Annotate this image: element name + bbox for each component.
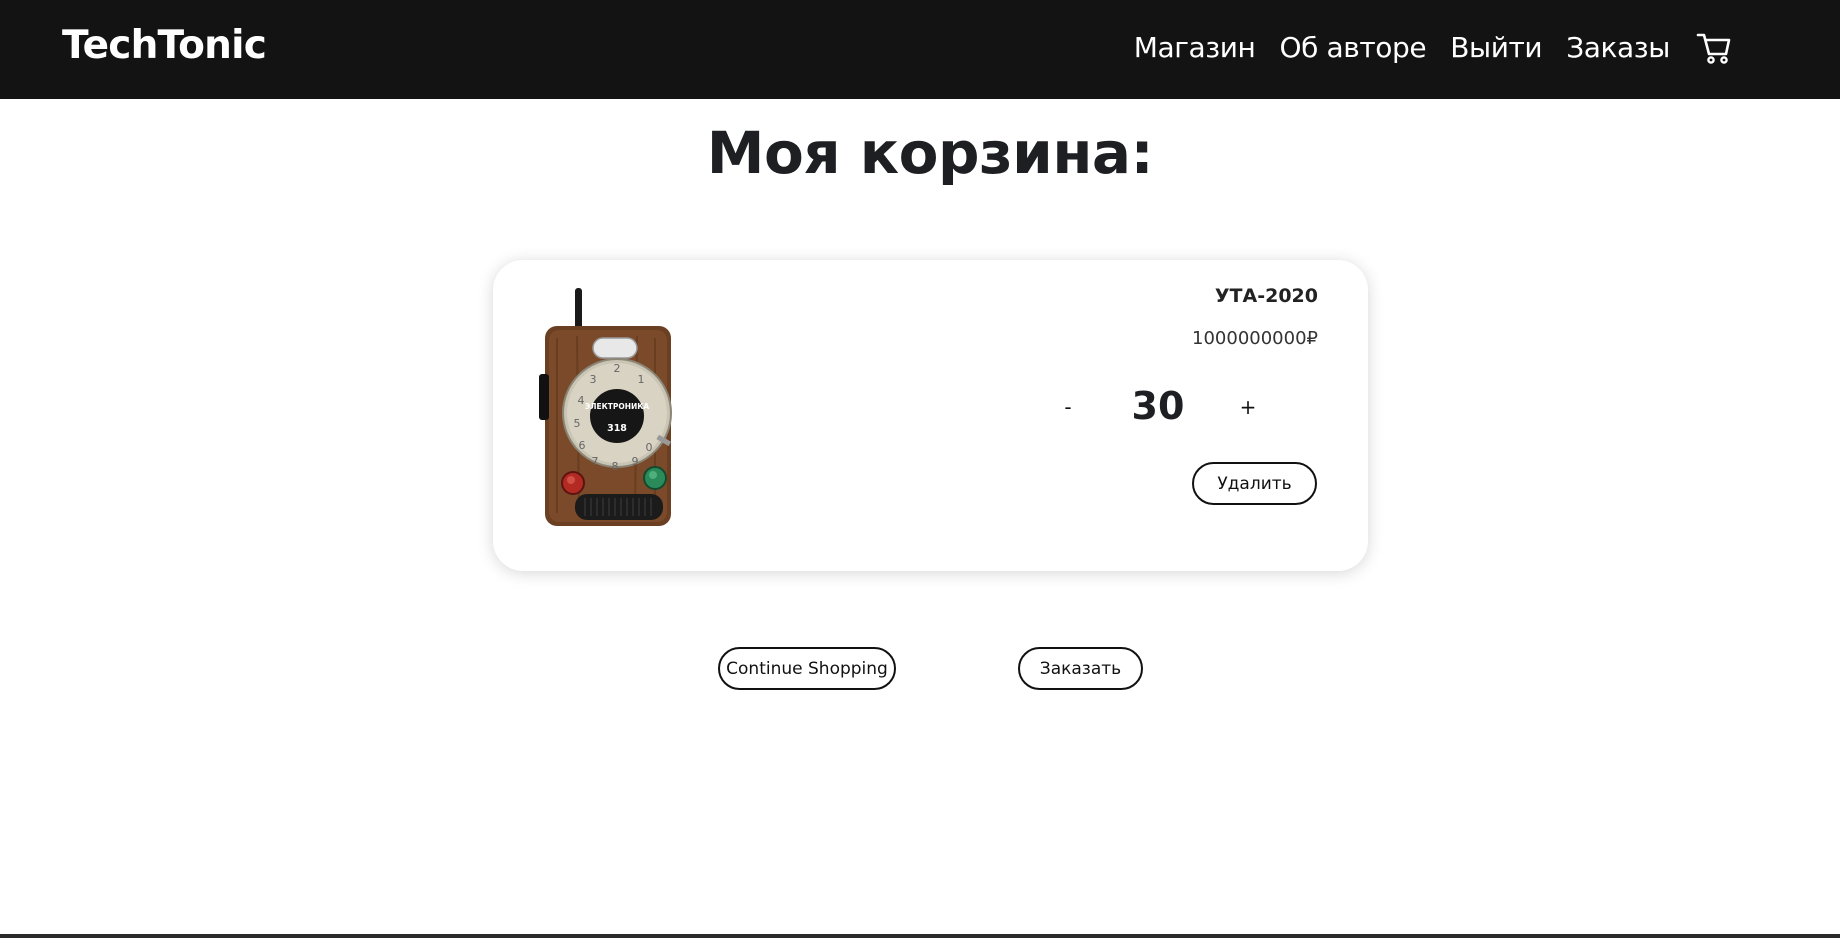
nav-link-shop[interactable]: Магазин	[1134, 28, 1256, 68]
svg-text:1: 1	[638, 373, 645, 386]
product-name: УТА-2020	[1214, 285, 1318, 307]
nav-link-about[interactable]: Об авторе	[1279, 28, 1426, 68]
svg-text:6: 6	[579, 439, 586, 452]
place-order-button[interactable]: Заказать	[1018, 647, 1143, 690]
nav-link-logout[interactable]: Выйти	[1450, 28, 1542, 68]
cart-icon	[1696, 33, 1731, 64]
nav-links: Магазин Об авторе Выйти Заказы	[1134, 24, 1732, 72]
svg-text:5: 5	[574, 417, 581, 430]
svg-text:3: 3	[590, 373, 597, 386]
svg-text:9: 9	[632, 455, 639, 468]
svg-text:0: 0	[646, 441, 653, 454]
delete-item-button[interactable]: Удалить	[1192, 462, 1317, 505]
increase-quantity-button[interactable]: +	[1233, 392, 1263, 422]
svg-text:7: 7	[592, 455, 599, 468]
brand-logo[interactable]: TechTonic	[62, 22, 267, 70]
cart-button[interactable]	[1696, 28, 1732, 68]
navbar: TechTonic Магазин Об авторе Выйти Заказы	[0, 0, 1840, 99]
product-image-label-top: ЭЛЕКТРОНИКА	[585, 402, 650, 411]
svg-text:2: 2	[614, 362, 621, 375]
svg-text:8: 8	[612, 460, 619, 473]
product-image: 2 3 1 4 5 6 7 8 9 0 ЭЛЕКТРОНИКА 318	[539, 288, 672, 526]
product-price: 1000000000₽	[1192, 328, 1318, 349]
nav-link-orders[interactable]: Заказы	[1566, 28, 1670, 68]
quantity-value: 30	[1131, 384, 1185, 428]
cart-item-card: 2 3 1 4 5 6 7 8 9 0 ЭЛЕКТРОНИКА 318 УТА-…	[493, 260, 1368, 571]
continue-shopping-button[interactable]: Continue Shopping	[718, 647, 896, 690]
svg-text:4: 4	[578, 394, 585, 407]
bottom-divider	[0, 934, 1840, 938]
product-image-label-bottom: 318	[607, 423, 627, 434]
quantity-stepper: - 30 +	[1053, 382, 1256, 434]
decrease-quantity-button[interactable]: -	[1053, 392, 1083, 422]
page-title: Моя корзина:	[706, 119, 1154, 187]
